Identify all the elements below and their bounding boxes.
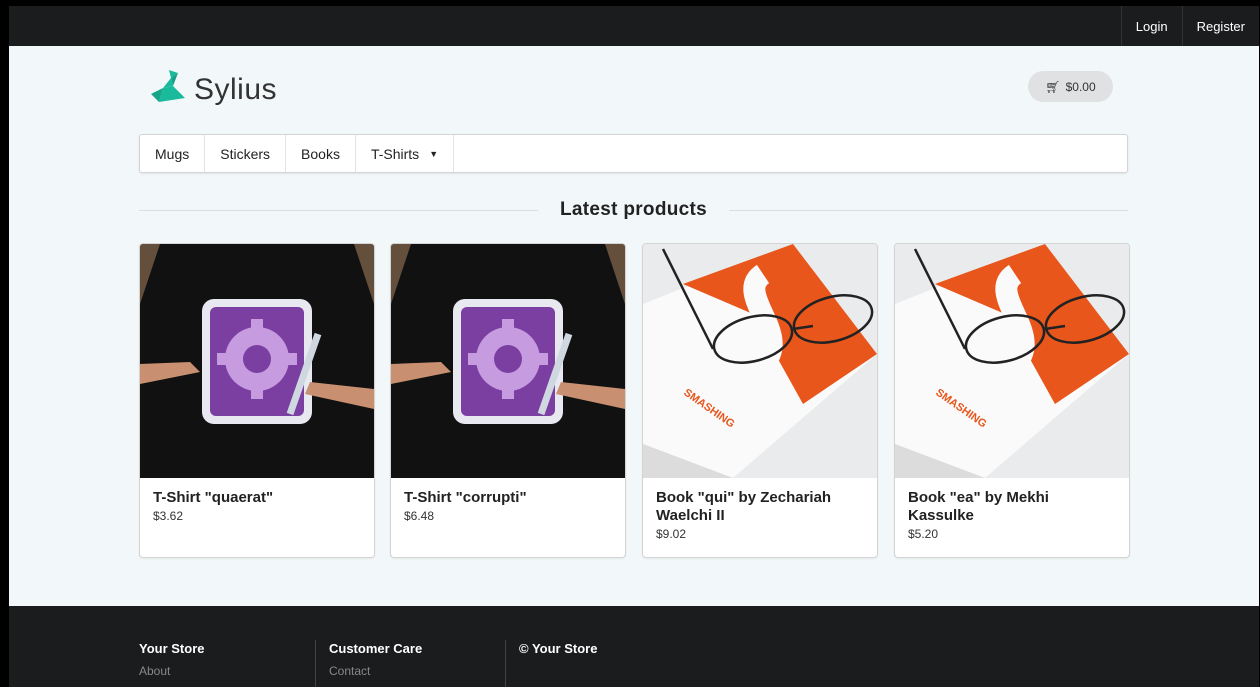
product-title[interactable]: Book "ea" by Mekhi Kassulke xyxy=(908,489,1116,525)
footer-heading: Your Store xyxy=(139,641,205,656)
nav-item-label: T-Shirts xyxy=(370,145,420,162)
divider xyxy=(729,209,1128,211)
product-title[interactable]: T-Shirt "quaerat" xyxy=(153,489,361,507)
nav-item-mugs[interactable]: Mugs xyxy=(140,135,206,172)
tshirt-gear-image[interactable] xyxy=(391,244,625,478)
divider xyxy=(139,209,538,211)
footer-heading: © Your Store xyxy=(519,641,598,656)
cart-total: $0.00 xyxy=(1065,79,1096,94)
product-card[interactable]: T-Shirt "corrupti" $6.48 xyxy=(390,243,626,558)
page: Login Register Sylius 🛒︎ $0.00 Mugs Stic… xyxy=(9,6,1259,687)
product-title[interactable]: Book "qui" by Zechariah Waelchi II xyxy=(656,489,864,525)
sylius-swan-icon xyxy=(149,68,187,111)
nav-item-label: Books xyxy=(301,145,340,162)
latest-products-heading: Latest products xyxy=(139,196,1128,224)
footer: Your Store About Customer Care Contact ©… xyxy=(9,606,1259,687)
footer-link-contact[interactable]: Contact xyxy=(329,664,422,678)
smashing-book-image[interactable]: SMASHING xyxy=(643,244,877,478)
product-price: $3.62 xyxy=(153,509,184,523)
top-bar: Login Register xyxy=(9,6,1259,46)
brand-name: Sylius xyxy=(194,72,278,106)
product-price: $9.02 xyxy=(656,527,687,541)
nav-item-label: Stickers xyxy=(220,145,271,162)
product-price: $5.20 xyxy=(908,527,939,541)
smashing-book-image[interactable]: SMASHING xyxy=(895,244,1129,478)
footer-link-about[interactable]: About xyxy=(139,664,205,678)
footer-column-copyright: © Your Store xyxy=(519,641,597,687)
section-title: Latest products xyxy=(559,199,708,220)
register-link[interactable]: Register xyxy=(1181,6,1259,46)
cart-icon: 🛒︎ xyxy=(1045,79,1061,94)
footer-divider xyxy=(505,640,506,687)
footer-divider xyxy=(315,640,316,687)
tshirt-gear-image[interactable] xyxy=(140,244,374,478)
footer-column-store: Your Store About xyxy=(139,641,205,687)
product-card[interactable]: SMASHING Book "qui" by Zechariah Waelchi… xyxy=(642,243,878,558)
product-price: $6.48 xyxy=(404,509,435,523)
cart-button[interactable]: 🛒︎ $0.00 xyxy=(1028,71,1113,102)
login-link[interactable]: Login xyxy=(1120,6,1182,46)
logo[interactable]: Sylius xyxy=(149,68,277,111)
nav-item-label: Mugs xyxy=(155,145,190,162)
footer-heading: Customer Care xyxy=(329,641,423,656)
nav-item-stickers[interactable]: Stickers xyxy=(205,135,287,172)
nav-item-tshirts[interactable]: T-Shirts ▼ xyxy=(356,135,455,172)
product-title[interactable]: T-Shirt "corrupti" xyxy=(404,489,612,507)
product-card[interactable]: SMASHING Book "ea" by Mekhi Kassulke $5.… xyxy=(894,243,1130,558)
nav-item-books[interactable]: Books xyxy=(286,135,356,172)
main-nav: Mugs Stickers Books T-Shirts ▼ xyxy=(139,134,1128,173)
footer-column-customer-care: Customer Care Contact xyxy=(329,641,422,687)
product-card[interactable]: T-Shirt "quaerat" $3.62 xyxy=(139,243,375,558)
caret-down-icon: ▼ xyxy=(429,148,439,159)
